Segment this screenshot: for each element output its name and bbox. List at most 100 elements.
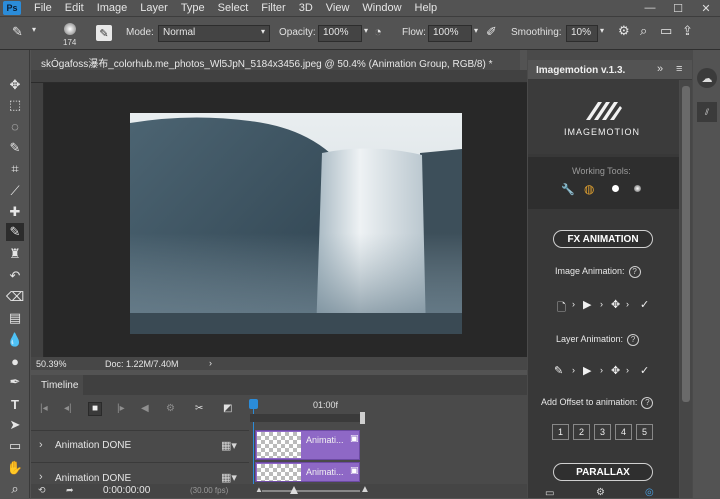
move-icon[interactable]: ✥ [611,298,620,311]
settings-icon[interactable]: ⚙ [166,403,175,414]
workspace-icon[interactable]: ▭ [660,23,672,39]
menu-edit[interactable]: Edit [65,2,84,14]
brush-preset-icon[interactable] [64,23,76,35]
work-area-end-handle[interactable] [360,412,365,424]
loop-icon[interactable]: ⟲ [38,485,46,496]
offset-button-4[interactable]: 4 [615,424,632,440]
split-icon[interactable]: ✂ [195,403,203,414]
imagemotion-panel-icon[interactable]: ⫽ [697,102,717,122]
film-icon[interactable]: ▦▾ [221,471,237,484]
share-icon[interactable]: ⇪ [682,23,693,39]
menu-window[interactable]: Window [362,2,401,14]
zoom-in-icon[interactable]: ▲ [360,484,370,495]
chevron-down-icon[interactable]: ▾ [474,26,478,35]
gear-icon[interactable]: ⚙ [596,487,605,498]
stop-button[interactable]: ■ [88,402,102,416]
menu-layer[interactable]: Layer [140,2,168,14]
globe-icon[interactable]: ◎ [645,487,654,498]
move-icon[interactable]: ✥ [611,364,620,377]
play-icon[interactable]: ▶ [583,298,591,311]
menu-select[interactable]: Select [218,2,249,14]
help-icon[interactable]: ? [641,397,654,409]
clip-end-icon[interactable]: ▣ [350,465,359,476]
film-icon[interactable]: ▦▾ [221,439,237,452]
panel-menu-icon[interactable]: ≡ [676,63,682,75]
gear-icon[interactable]: ⚙ [618,23,630,39]
hand-tool-icon[interactable]: ✋ [6,459,24,477]
check-icon[interactable]: ✓ [640,298,649,311]
minimize-icon[interactable]: — [636,0,664,16]
parallax-button[interactable]: PARALLAX [553,463,653,481]
panel-scrollbar-thumb[interactable] [682,86,690,402]
chevron-right-icon[interactable]: › [39,471,43,483]
menu-file[interactable]: File [34,2,52,14]
timeline-tab[interactable]: Timeline [31,375,83,395]
close-icon[interactable]: ✕ [692,0,720,16]
animation-clip[interactable]: Animati... ▣ [255,462,360,482]
work-area-bar[interactable] [250,414,364,422]
brush-tool-icon[interactable]: ✎ [6,223,24,241]
zoom-level[interactable]: 50.39% [36,359,67,369]
chevron-down-icon[interactable]: ▾ [364,26,368,35]
render-icon[interactable]: ➦ [66,485,74,496]
transition-icon[interactable]: ◩ [223,403,232,414]
dot-icon[interactable] [612,185,619,192]
pencil-icon[interactable]: ✎ [554,364,563,377]
layer-row[interactable]: › Animation DONE ▦▾ [31,462,249,486]
offset-button-1[interactable]: 1 [552,424,569,440]
go-first-frame-icon[interactable]: |◂ [40,403,48,414]
mode-select[interactable]: Normal ▾ [158,25,270,42]
help-icon[interactable]: ? [628,266,641,278]
history-brush-tool-icon[interactable]: ↶ [6,267,24,285]
chevron-right-icon[interactable]: › [39,439,43,451]
cloud-icon[interactable]: ☁ [697,68,717,88]
zoom-slider[interactable] [262,490,360,492]
wrench-icon[interactable]: 🔧 [561,183,575,196]
search-icon[interactable]: ⌕ [640,23,647,39]
audio-icon[interactable]: ◀ [141,403,149,414]
type-tool-icon[interactable]: T [6,395,24,413]
opacity-field[interactable]: 100% [318,25,362,42]
chevron-down-icon[interactable]: ▾ [600,26,604,35]
next-frame-icon[interactable]: |▸ [117,403,125,414]
clip-end-icon[interactable]: ▣ [350,433,359,444]
layer-row[interactable]: › Animation DONE ▦▾ [31,430,249,460]
play-icon[interactable]: ▶ [583,364,591,377]
playhead-handle[interactable] [249,399,258,409]
pressure-opacity-icon[interactable]: ◔ [374,24,382,39]
menu-help[interactable]: Help [415,2,438,14]
fx-animation-button[interactable]: FX ANIMATION [553,230,653,248]
smoothing-field[interactable]: 10% [566,25,598,42]
animation-clip[interactable]: Animati... ▣ [255,430,360,460]
chevron-right-icon[interactable]: › [209,358,212,368]
flow-field[interactable]: 100% [428,25,472,42]
zoom-out-icon[interactable]: ▲ [255,485,263,494]
layers-icon[interactable]: ▭ [545,488,554,499]
dodge-tool-icon[interactable]: ● [6,352,24,370]
soft-dot-icon[interactable] [634,185,641,192]
zoom-tool-icon[interactable]: ⌕ [6,480,24,498]
rectangle-tool-icon[interactable]: ▭ [6,437,24,455]
maximize-icon[interactable]: ☐ [664,0,692,16]
quick-select-tool-icon[interactable]: ✎ [6,139,24,157]
previous-frame-icon[interactable]: ◂| [64,403,72,414]
menu-view[interactable]: View [326,2,350,14]
clone-stamp-tool-icon[interactable]: ♜ [6,245,24,263]
menu-3d[interactable]: 3D [299,2,313,14]
color-wheel-icon[interactable]: ◍ [584,182,594,196]
marquee-tool-icon[interactable]: ⬚ [6,96,24,114]
crop-tool-icon[interactable]: ⌗ [6,160,24,178]
menu-type[interactable]: Type [181,2,205,14]
help-icon[interactable]: ? [627,334,640,346]
lasso-tool-icon[interactable]: ◌ [6,117,24,135]
path-select-tool-icon[interactable]: ➤ [6,416,24,434]
move-tool-icon[interactable]: ✥ [6,76,24,94]
airbrush-icon[interactable]: ✐ [486,24,497,40]
offset-button-2[interactable]: 2 [573,424,590,440]
brush-settings-icon[interactable]: ✎ [96,25,112,41]
eyedropper-tool-icon[interactable]: ⟋ [6,182,24,200]
eraser-tool-icon[interactable]: ⌫ [6,288,24,306]
chevron-down-icon[interactable]: ▾ [32,25,36,34]
healing-brush-tool-icon[interactable]: ✚ [6,203,24,221]
collapse-icon[interactable]: » [657,63,663,75]
